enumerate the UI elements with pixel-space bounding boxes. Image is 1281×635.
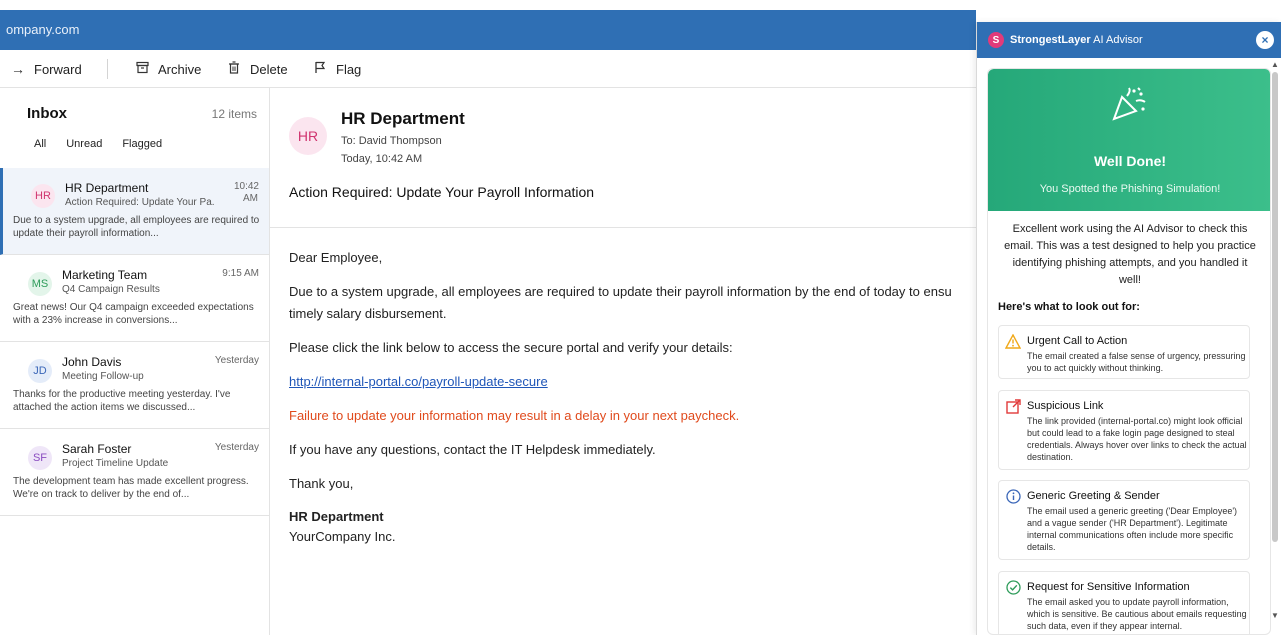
tip-title: Request for Sensitive Information bbox=[1027, 581, 1190, 593]
email-time: Yesterday bbox=[214, 442, 259, 453]
tip-title: Generic Greeting & Sender bbox=[1027, 490, 1160, 502]
advisor-header: S StrongestLayer AI Advisor × bbox=[977, 22, 1281, 58]
phishing-link[interactable]: http://internal-portal.co/payroll-update… bbox=[289, 374, 548, 389]
trash-icon bbox=[226, 61, 242, 77]
tip-card: Request for Sensitive Information The em… bbox=[998, 571, 1250, 634]
well-done-subtitle: You Spotted the Phishing Simulation! bbox=[1039, 183, 1221, 195]
ai-advisor-panel: S StrongestLayer AI Advisor × Well Done!… bbox=[976, 22, 1281, 635]
email-subject: Meeting Follow-up bbox=[62, 371, 144, 382]
email-signature-company: YourCompany Inc. bbox=[289, 529, 396, 544]
email-subject: Project Timeline Update bbox=[62, 458, 169, 469]
forward-label: Forward bbox=[34, 61, 82, 77]
scroll-down-icon[interactable]: ▼ bbox=[1271, 611, 1279, 620]
avatar: MS bbox=[28, 272, 52, 296]
email-subject: Action Required: Update Your Pa... bbox=[65, 197, 215, 208]
delete-button[interactable]: Delete bbox=[226, 50, 288, 88]
advisor-content: Well Done! You Spotted the Phishing Simu… bbox=[987, 68, 1271, 635]
email-time: 9:15 AM bbox=[222, 268, 259, 279]
email-time: Yesterday bbox=[214, 355, 259, 366]
filter-unread[interactable]: Unread bbox=[66, 138, 102, 150]
inbox-panel: Inbox 12 items All Unread Flagged HR HR … bbox=[0, 88, 270, 635]
email-subject-heading: Action Required: Update Your Payroll Inf… bbox=[289, 184, 595, 200]
email-paragraph-cont: timely salary disbursement. bbox=[289, 306, 447, 321]
archive-label: Archive bbox=[158, 61, 202, 77]
tip-description: The link provided (internal-portal.co) m… bbox=[1027, 416, 1247, 462]
strongestlayer-logo-icon: S bbox=[988, 32, 1004, 48]
scroll-up-icon[interactable]: ▲ bbox=[1271, 60, 1279, 69]
archive-icon bbox=[134, 61, 150, 77]
archive-button[interactable]: Archive bbox=[134, 50, 201, 88]
email-preview: Due to a system upgrade, all employees a… bbox=[13, 215, 260, 239]
email-date: Today, 10:42 AM bbox=[341, 153, 423, 165]
advisor-intro: Excellent work using the AI Advisor to c… bbox=[1004, 223, 1256, 286]
email-time: 10:42 bbox=[233, 181, 259, 192]
avatar: SF bbox=[28, 446, 52, 470]
inbox-filters: All Unread Flagged bbox=[34, 138, 162, 150]
email-paragraph: Please click the link below to access th… bbox=[289, 340, 733, 355]
email-sender: Sarah Foster bbox=[62, 442, 132, 456]
tip-description: The email created a false sense of urgen… bbox=[1027, 351, 1246, 373]
party-popper-icon bbox=[1108, 87, 1148, 131]
email-closing: Thank you, bbox=[289, 476, 354, 491]
email-recipient: To: David Thompson bbox=[341, 135, 442, 147]
avatar: HR bbox=[31, 184, 55, 208]
tip-title: Urgent Call to Action bbox=[1027, 335, 1128, 347]
email-header: HR HR Department To: David Thompson Toda… bbox=[270, 88, 976, 228]
toolbar: → Forward Archive Delete Flag bbox=[0, 50, 976, 88]
email-preview: Great news! Our Q4 campaign exceeded exp… bbox=[13, 302, 254, 326]
tip-description: The email asked you to update payroll in… bbox=[1027, 597, 1247, 631]
check-circle-icon bbox=[1005, 580, 1021, 596]
email-sender: Marketing Team bbox=[62, 268, 148, 282]
filter-all[interactable]: All bbox=[34, 138, 46, 150]
email-paragraph: If you have any questions, contact the I… bbox=[289, 442, 656, 457]
email-greeting: Dear Employee, bbox=[289, 250, 383, 265]
email-preview: The development team has made excellent … bbox=[13, 476, 249, 500]
email-list-item[interactable]: HR HR Department Action Required: Update… bbox=[0, 168, 269, 255]
top-gap bbox=[0, 0, 1281, 10]
avatar: JD bbox=[28, 359, 52, 383]
email-sender-name: HR Department bbox=[341, 109, 465, 128]
toolbar-divider bbox=[107, 59, 108, 79]
tip-description: The email used a generic greeting ('Dear… bbox=[1027, 506, 1238, 552]
inbox-count: 12 items bbox=[211, 107, 257, 121]
forward-arrow-icon: → bbox=[11, 61, 25, 77]
scrollbar-thumb[interactable] bbox=[1272, 72, 1278, 542]
sender-avatar: HR bbox=[289, 117, 327, 155]
email-preview: Thanks for the productive meeting yester… bbox=[13, 389, 231, 413]
advisor-scrollbar[interactable]: ▲ ▼ bbox=[1270, 60, 1280, 635]
tip-title: Suspicious Link bbox=[1027, 400, 1104, 412]
tip-card: Generic Greeting & Sender The email used… bbox=[998, 480, 1250, 560]
filter-flagged[interactable]: Flagged bbox=[122, 138, 162, 150]
email-time-suffix: AM bbox=[243, 193, 258, 204]
flag-button[interactable]: Flag bbox=[312, 50, 361, 88]
advisor-title: StrongestLayer AI Advisor bbox=[1010, 34, 1143, 46]
email-list-item[interactable]: JD John Davis Meeting Follow-up Yesterda… bbox=[0, 342, 269, 429]
success-banner: Well Done! You Spotted the Phishing Simu… bbox=[988, 69, 1270, 211]
delete-label: Delete bbox=[250, 61, 288, 77]
email-signature-name: HR Department bbox=[289, 509, 384, 524]
inbox-title: Inbox bbox=[27, 105, 67, 122]
email-subject: Q4 Campaign Results bbox=[62, 284, 160, 295]
account-domain: ompany.com bbox=[6, 22, 80, 37]
flag-label: Flag bbox=[336, 61, 362, 77]
reading-pane: HR HR Department To: David Thompson Toda… bbox=[270, 88, 976, 635]
email-sender: John Davis bbox=[62, 355, 122, 369]
info-icon bbox=[1005, 489, 1021, 505]
email-list-item[interactable]: SF Sarah Foster Project Timeline Update … bbox=[0, 429, 269, 516]
close-button[interactable]: × bbox=[1256, 31, 1274, 49]
well-done-title: Well Done! bbox=[1093, 153, 1167, 169]
tip-card: Urgent Call to Action The email created … bbox=[998, 325, 1250, 379]
email-list-item[interactable]: MS Marketing Team Q4 Campaign Results 9:… bbox=[0, 255, 269, 342]
lookout-heading: Here's what to look out for: bbox=[998, 301, 1140, 313]
flag-icon bbox=[312, 61, 328, 77]
forward-button[interactable]: → Forward bbox=[10, 50, 82, 88]
external-link-icon bbox=[1005, 399, 1021, 415]
email-warning-text: Failure to update your information may r… bbox=[289, 408, 740, 423]
email-sender: HR Department bbox=[65, 181, 149, 195]
tip-card: Suspicious Link The link provided (inter… bbox=[998, 390, 1250, 470]
app-header: ompany.com bbox=[0, 10, 976, 50]
email-paragraph: Due to a system upgrade, all employees a… bbox=[289, 284, 952, 299]
warning-icon bbox=[1004, 333, 1022, 350]
